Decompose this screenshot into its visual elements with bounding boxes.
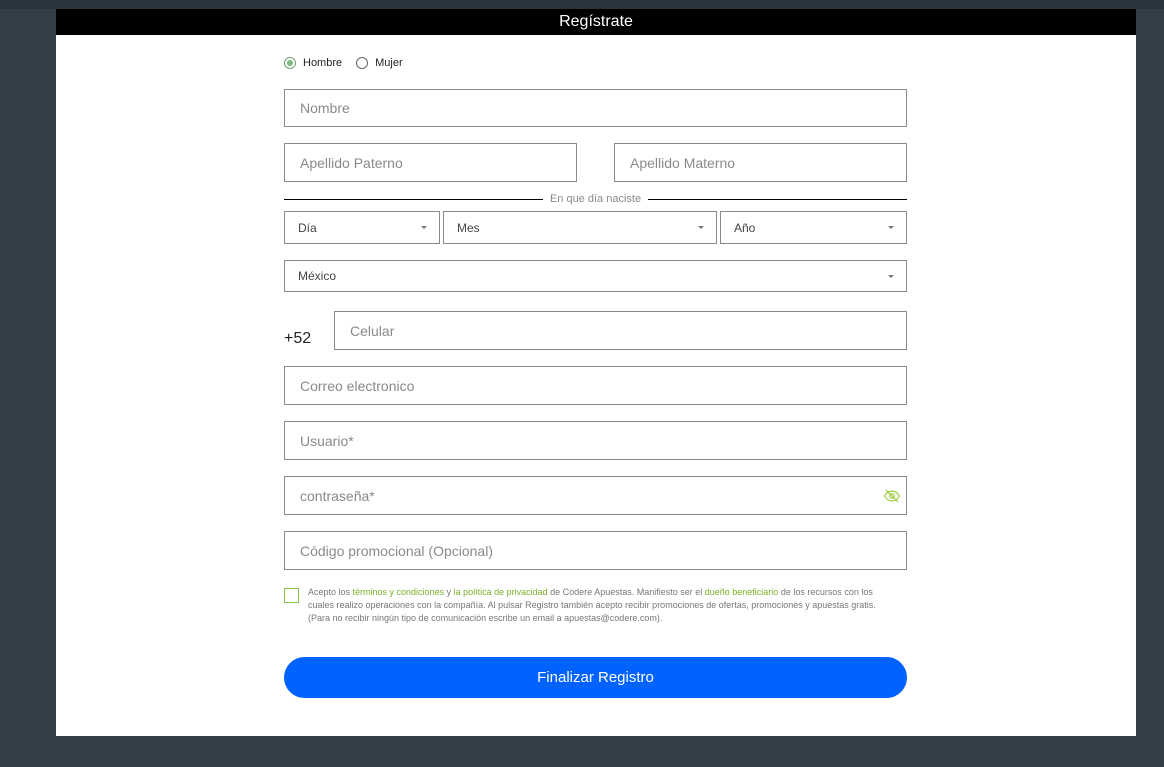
usuario-field-box bbox=[284, 421, 907, 460]
usuario-input[interactable] bbox=[285, 422, 906, 459]
apellido-materno-input[interactable] bbox=[615, 144, 906, 181]
birthdate-label: En que día naciste bbox=[549, 193, 642, 205]
month-select-value: Mes bbox=[457, 220, 480, 235]
terms-text-part: Acepto los bbox=[308, 587, 353, 597]
celular-field-box bbox=[334, 311, 907, 350]
birthdate-divider: En que día naciste bbox=[284, 191, 907, 207]
radio-hombre[interactable] bbox=[284, 57, 296, 69]
chevron-down-icon bbox=[421, 226, 427, 229]
country-select[interactable]: México bbox=[284, 260, 907, 292]
promo-code-input[interactable] bbox=[285, 532, 906, 569]
email-input[interactable] bbox=[285, 367, 906, 404]
apellido-paterno-input[interactable] bbox=[285, 144, 576, 181]
day-select[interactable]: Día bbox=[284, 211, 440, 244]
day-select-value: Día bbox=[298, 220, 317, 235]
chevron-down-icon bbox=[698, 226, 704, 229]
month-select[interactable]: Mes bbox=[443, 211, 717, 244]
gender-option-mujer[interactable]: Mujer bbox=[356, 57, 403, 69]
apellido-paterno-field-box bbox=[284, 143, 577, 182]
gender-selector: Hombre Mujer bbox=[284, 56, 417, 70]
codigo-field-box bbox=[284, 531, 907, 570]
year-select[interactable]: Año bbox=[720, 211, 907, 244]
terms-section: Acepto los términos y condiciones y la p… bbox=[284, 586, 907, 625]
terms-link[interactable]: términos y condiciones bbox=[353, 587, 445, 597]
correo-field-box bbox=[284, 366, 907, 405]
apellido-materno-field-box bbox=[614, 143, 907, 182]
terms-text-part: de Codere Apuestas. Manifiesto ser el bbox=[547, 587, 705, 597]
nombre-input[interactable] bbox=[285, 90, 906, 126]
finalizar-registro-button[interactable]: Finalizar Registro bbox=[284, 657, 907, 698]
celular-input[interactable] bbox=[335, 312, 906, 349]
privacy-policy-link[interactable]: la política de privacidad bbox=[454, 587, 548, 597]
eye-off-icon[interactable] bbox=[883, 487, 901, 505]
radio-mujer[interactable] bbox=[356, 57, 369, 69]
password-input[interactable] bbox=[285, 477, 906, 514]
chevron-down-icon bbox=[888, 226, 894, 229]
year-select-value: Año bbox=[734, 220, 756, 235]
nombre-field-box bbox=[284, 89, 907, 127]
country-select-value: México bbox=[298, 269, 337, 283]
gender-label-hombre: Hombre bbox=[303, 57, 343, 69]
phone-prefix: +52 bbox=[284, 330, 312, 347]
beneficial-owner-link[interactable]: dueño beneficiario bbox=[705, 587, 779, 597]
modal-title: Regístrate bbox=[56, 9, 1136, 35]
chevron-down-icon bbox=[888, 274, 894, 278]
terms-text-part: y bbox=[444, 587, 454, 597]
top-strip bbox=[0, 0, 1164, 9]
gender-label-mujer: Mujer bbox=[375, 57, 403, 69]
registration-modal: Regístrate Hombre Mujer En que día nacis… bbox=[56, 9, 1136, 736]
password-field-box bbox=[284, 476, 907, 515]
terms-checkbox[interactable] bbox=[284, 588, 299, 603]
divider-line-right bbox=[648, 198, 907, 200]
divider-line-left bbox=[284, 198, 543, 200]
gender-option-hombre[interactable]: Hombre bbox=[284, 57, 342, 69]
terms-text: Acepto los términos y condiciones y la p… bbox=[308, 586, 898, 625]
